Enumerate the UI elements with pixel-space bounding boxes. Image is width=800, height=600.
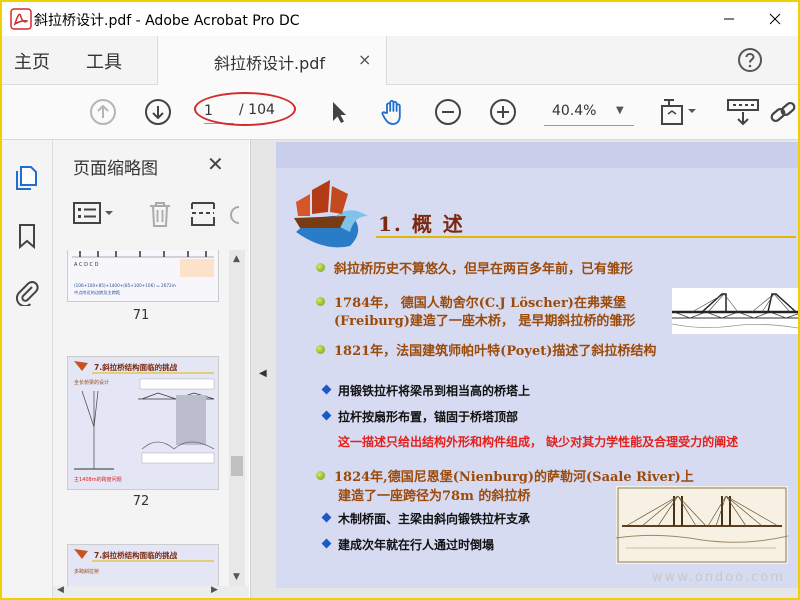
toolbar: / 104 40.4% ▼ [2,85,798,140]
slide-line-3: (Freiburg)建造了一座木桥， 是早期斜拉桥的雏形 [334,314,636,329]
extract-icon[interactable] [189,200,217,228]
rotate-icon[interactable] [229,204,243,226]
zoom-out-icon[interactable] [433,97,463,127]
delete-icon[interactable] [147,200,173,228]
zoom-value: 40.4% [552,103,597,119]
bullet-blue [321,410,332,421]
slide-line-9: 建造了一座跨径为78m 的斜拉桥 [338,489,531,504]
navigation-rail [2,140,53,598]
watermark-text: www.ondoo.com [652,570,785,585]
thumbnail-page-72-line1: 全长桥梁的设计 [74,379,109,386]
options-icon[interactable] [73,202,115,226]
close-window-button[interactable] [752,2,798,36]
sailboat-wave-image [294,180,368,248]
document-tab-label: 斜拉桥设计.pdf [214,54,326,73]
thumbnail-page-71-line1: (106+100+85)+1400+(85+100+106) = 2672m [74,283,176,288]
minimize-button[interactable] [706,2,752,36]
scroll-up-icon[interactable]: ▲ [233,254,240,264]
bullet-blue [321,384,332,395]
scroll-left-icon[interactable]: ◀ [57,585,64,595]
thumbnail-scrollbar[interactable]: ▲ ▼ [229,250,245,588]
thumbnail-page-72-image: 7.斜拉桥结构面临的挑战 全长桥梁的设计 主1408m的跨度问题 [68,357,218,489]
slide-banner [276,142,798,168]
slide-line-8: 1824年,德国尼恩堡(Nienburg)的萨勒河(Saale River)上 [334,470,694,485]
document-tab-close-button[interactable]: × [358,50,371,69]
zoom-dropdown[interactable]: 40.4% ▼ [544,99,634,126]
slide-line-10: 木制桥面、主梁由斜向锻铁拉杆支承 [338,512,531,526]
thumbnail-page-71-line2: 中点附近的边跨及主跨距 [74,289,120,296]
thumbnail-page-72[interactable]: 7.斜拉桥结构面临的挑战 全长桥梁的设计 主1408m的跨度问题 [67,356,219,490]
attachment-icon[interactable] [13,278,41,306]
slide-line-6: 拉杆按扇形布置，锚固于桥塔顶部 [338,410,519,424]
scroll-right-icon[interactable]: ▶ [211,585,218,595]
scroll-down-icon[interactable]: ▼ [233,572,240,582]
bullet-blue [321,512,332,523]
bullet-green [316,471,325,480]
title-bar: 斜拉桥设计.pdf - Adobe Acrobat Pro DC [2,2,798,36]
thumbnail-page-72-heading: 7.斜拉桥结构面临的挑战 [94,362,178,372]
thumbnail-page-71-image: A C D C D (106+100+85)+1400+(85+100+106)… [68,250,218,301]
slide-line-5: 用锻铁拉杆将梁吊到相当高的桥塔上 [338,384,531,398]
thumbnails-toolbar [53,190,249,234]
slide-line-4: 1821年，法国建筑师帕叶特(Poyet)描述了斜拉桥结构 [334,344,657,359]
bullet-green [316,297,325,306]
document-viewer: 1. 概 述 斜拉桥历史不算悠久，但早在两百多年前，已有雏形 1784年， 德国… [274,140,798,598]
select-arrow-icon[interactable] [324,97,354,127]
menu-home[interactable]: 主页 [14,48,50,74]
close-icon [769,13,781,25]
thumbnails-icon[interactable] [13,164,41,192]
slide-page: 1. 概 述 斜拉桥历史不算悠久，但早在两百多年前，已有雏形 1784年， 德国… [276,142,798,588]
window-title: 斜拉桥设计.pdf - Adobe Acrobat Pro DC [34,13,300,29]
help-icon[interactable] [736,46,764,74]
thumbnail-hscrollbar[interactable]: ◀ ▶ [53,585,249,598]
page-down-icon[interactable] [143,97,173,127]
acrobat-logo-icon [10,8,32,30]
tab-bar: 主页 工具 斜拉桥设计.pdf × [2,36,798,85]
thumbnails-panel-title: 页面缩略图 [73,159,158,179]
bullet-blue [321,538,332,549]
bullet-green [316,345,325,354]
page-up-icon[interactable] [88,97,118,127]
panel-splitter[interactable]: ◀ [250,140,275,598]
title-underline [376,236,796,238]
document-tab[interactable]: 斜拉桥设计.pdf × [157,36,387,85]
menu-tools[interactable]: 工具 [86,48,122,74]
bullet-green [316,263,325,272]
slide-line-7: 这一描述只给出结构外形和构件组成， 缺少对其力学性能及合理受力的阐述 [338,435,739,449]
thumbnail-label-71: 71 [132,308,150,323]
thumbnail-page-73-line1: 多跨斜拉桥 [74,568,99,575]
thumbnail-page-72-line2: 主1408m的跨度问题 [74,476,122,483]
hand-icon[interactable] [378,97,408,127]
wooden-bridge-image [672,288,798,334]
collapse-panel-icon[interactable]: ◀ [259,368,267,379]
svg-text:A C D C D: A C D C D [74,262,99,268]
slide-line-1: 斜拉桥历史不算悠久，但早在两百多年前，已有雏形 [334,262,634,277]
acrobat-window: 斜拉桥设计.pdf - Adobe Acrobat Pro DC 主页 工具 斜… [2,2,798,598]
zoom-in-icon[interactable] [488,97,518,127]
scroll-mode-icon[interactable] [724,97,764,127]
scrollbar-thumb[interactable] [231,456,243,476]
thumbnails-panel: 页面缩略图 ✕ A C D C D (106+100+85)+1400+(85+… [53,140,249,598]
slide-title: 1. 概 述 [378,212,465,236]
chevron-down-icon: ▼ [616,105,624,116]
thumbnails-close-button[interactable]: ✕ [207,152,224,176]
minimize-icon [724,18,734,20]
thumbnail-page-71[interactable]: A C D C D (106+100+85)+1400+(85+100+106)… [67,250,219,302]
link-icon[interactable] [768,97,798,127]
thumbnail-list: A C D C D (106+100+85)+1400+(85+100+106)… [53,250,229,598]
bookmark-icon[interactable] [13,222,41,250]
thumbnail-page-73-heading: 7.斜拉桥结构面临的挑战 [94,550,178,560]
nienburg-bridge-image [616,486,788,564]
fit-page-icon[interactable] [658,97,700,127]
slide-line-11: 建成次年就在行人通过时倒塌 [338,538,495,552]
thumbnail-label-72: 72 [132,494,150,509]
highlight-annotation [194,92,296,126]
slide-line-2: 1784年， 德国人勒舍尔(C.J Löscher)在弗莱堡 [334,296,626,311]
